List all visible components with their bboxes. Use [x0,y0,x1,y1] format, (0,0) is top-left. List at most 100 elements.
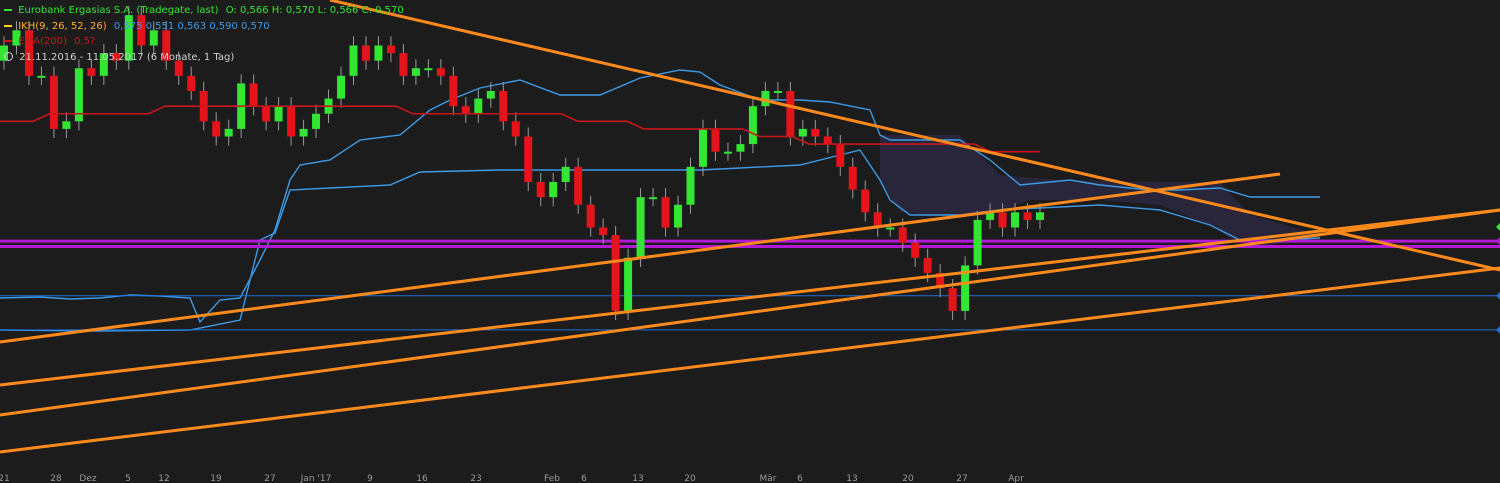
candle-up [486,91,495,99]
candle-down [536,182,545,198]
x-tick-label: 23 [470,474,481,483]
ichimoku-cloud [880,135,1320,246]
chart-container: 21 28 Dez 5 12 19 27 Jan '17 9 16 23 Feb 6 13 20 Mär 6 13… [0,0,1500,483]
clock-icon [4,51,13,61]
x-tick-label: 27 [264,474,275,483]
candle-up [624,257,633,311]
x-tick-label: 28 [50,474,62,483]
candle-down [811,128,820,137]
candle-up [649,197,658,200]
x-tick-label: 27 [956,474,967,483]
candle-down [449,75,458,107]
legend-range: 21.11.2016 - 11.05.2017 (6 Monate, 1 Tag… [19,51,235,63]
candle-down [948,288,957,311]
candle-up [411,68,420,76]
legend-ikh-row: IKH(9, 26, 52, 26) 0,575 0,551 0,563 0,5… [4,19,404,35]
legend-instrument-row: Eurobank Ergasias S.A. (Tradegate, last)… [4,3,404,19]
candle-down [861,189,870,213]
candle-up [424,68,433,71]
candle-down [287,106,296,137]
candle-down [187,75,196,91]
candle-up [561,166,570,182]
candle-up [723,151,732,154]
candle-up [337,75,346,99]
x-tick-label: 21 [0,474,10,483]
candle-up [736,144,745,152]
candle-down [923,257,932,273]
x-tick-label: Apr [1008,474,1024,483]
candle-up [37,75,46,78]
candle-up [549,182,558,198]
candle-up [686,166,695,205]
candle-up [674,204,683,228]
candle-down [524,136,533,182]
level-marker-icon [1496,291,1500,300]
candle-down [998,212,1007,228]
candle-down [836,144,845,167]
level-marker-icon [1496,325,1500,334]
candle-up [798,128,807,137]
candle-down [499,91,508,122]
last-price-marker-icon [1496,223,1500,231]
candle-down [786,91,795,137]
candle-down [511,121,520,137]
candle-down [574,166,583,205]
candle-down [611,235,620,311]
candle-down [461,106,470,114]
candle-up [973,219,982,266]
legend-instrument: Eurobank Ergasias S.A. (Tradegate, last) [18,5,219,16]
x-tick-label: 19 [210,474,222,483]
candle-down [49,75,58,129]
x-tick-label: 6 [797,474,803,483]
x-tick-label: Feb [544,474,560,483]
legend-range-row: 21.11.2016 - 11.05.2017 (6 Monate, 1 Tag… [4,50,404,66]
candle-down [911,242,920,258]
ikh-marker-icon [4,24,12,27]
candle-down [898,227,907,243]
candle-up [773,91,782,93]
candle-down [212,121,221,137]
legend-ema-value: 0,5? [74,36,96,47]
candle-down [848,166,857,190]
x-tick-label: 9 [367,474,373,483]
x-tick-label: 16 [416,474,428,483]
candle-down [661,197,670,228]
x-tick-label: 20 [684,474,696,483]
x-tick-label: 5 [125,474,131,483]
candle-up [1011,212,1020,228]
candle-up [698,128,707,167]
x-tick-label: Jan '17 [300,474,332,483]
candle-up [274,106,283,122]
candle-down [262,106,271,122]
candle-up [1036,212,1044,220]
chart-legend: Eurobank Ergasias S.A. (Tradegate, last)… [4,3,404,65]
candle-up [62,121,71,129]
candle-down [599,227,608,236]
price-chart[interactable]: 21 28 Dez 5 12 19 27 Jan '17 9 16 23 Feb 6 13 20 Mär 6 13… [0,0,1500,483]
ema-marker-icon [4,40,12,42]
candle-down [87,68,96,76]
candle-up [299,128,308,137]
x-tick-label: 12 [158,474,169,483]
candle-up [748,106,757,145]
legend-ema-label: EMA(200) [18,36,67,47]
candle-down [249,83,258,107]
candle-down [586,204,595,228]
legend-ohlc: O: 0,566 H: 0,570 L: 0,566 C: 0,570 [225,5,404,16]
up-marker-icon [4,9,12,11]
x-tick-label: 20 [902,474,914,483]
candle-down [1023,212,1032,220]
candle-down [823,136,832,145]
level-marker-icon [1496,237,1500,246]
candle-up [636,197,645,258]
candle-down [711,128,720,152]
candle-down [436,68,445,76]
candle-up [312,113,321,129]
x-tick-label: 6 [581,474,587,483]
x-tick-label: 13 [632,474,643,483]
x-tick-label: Mär [760,474,777,483]
candle-up [474,98,483,114]
x-tick-label: Dez [79,474,96,483]
legend-ikh-label: IKH(9, 26, 52, 26) [18,20,107,32]
candle-up [886,227,895,230]
